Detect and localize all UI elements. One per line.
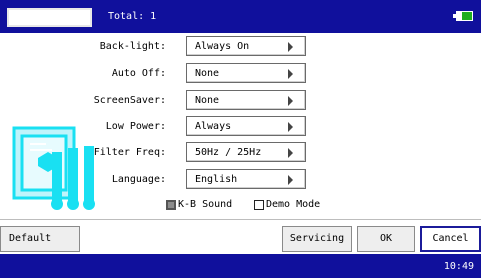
triangle-right-icon (288, 148, 293, 158)
setting-label-backlight: Back-light: (99, 41, 166, 52)
default-button[interactable]: Default (0, 226, 80, 252)
total-count: Total: 1 (108, 11, 157, 22)
divider (0, 219, 481, 220)
triangle-right-icon (288, 175, 293, 185)
setting-label-auto-off: Auto Off: (111, 68, 166, 79)
setting-label-screensaver: ScreenSaver: (93, 95, 166, 106)
filter-freq-value: 50Hz / 25Hz (195, 147, 262, 158)
backlight-value: Always On (195, 41, 250, 52)
name-field[interactable] (7, 8, 92, 27)
setting-label-low-power: Low Power: (105, 121, 166, 132)
setting-label-filter-freq: Filter Freq: (93, 147, 166, 158)
low-power-select[interactable]: Always (186, 116, 306, 136)
auto-off-select[interactable]: None (186, 63, 306, 83)
triangle-right-icon (288, 69, 293, 79)
cancel-button[interactable]: Cancel (420, 226, 481, 252)
demo-mode-label: Demo Mode (266, 199, 321, 210)
low-power-value: Always (195, 121, 232, 132)
kb-sound-label: K-B Sound (178, 199, 233, 210)
battery-level-fill (462, 12, 472, 20)
kb-sound-checkbox[interactable] (166, 200, 176, 210)
filter-freq-select[interactable]: 50Hz / 25Hz (186, 142, 306, 162)
language-value: English (195, 174, 238, 185)
status-bar: 10:49 (0, 254, 481, 278)
setting-label-language: Language: (111, 174, 166, 185)
top-bar: Total: 1 (0, 0, 481, 33)
demo-mode-checkbox[interactable] (254, 200, 264, 210)
language-select[interactable]: English (186, 169, 306, 189)
servicing-button[interactable]: Servicing (282, 226, 352, 252)
ok-button[interactable]: OK (357, 226, 415, 252)
triangle-right-icon (288, 122, 293, 132)
screensaver-value: None (195, 95, 220, 106)
clock-time: 10:49 (443, 261, 474, 272)
screensaver-select[interactable]: None (186, 90, 306, 110)
auto-off-value: None (195, 68, 220, 79)
triangle-right-icon (288, 96, 293, 106)
battery-icon (453, 11, 473, 21)
triangle-right-icon (288, 42, 293, 52)
backlight-select[interactable]: Always On (186, 36, 306, 56)
